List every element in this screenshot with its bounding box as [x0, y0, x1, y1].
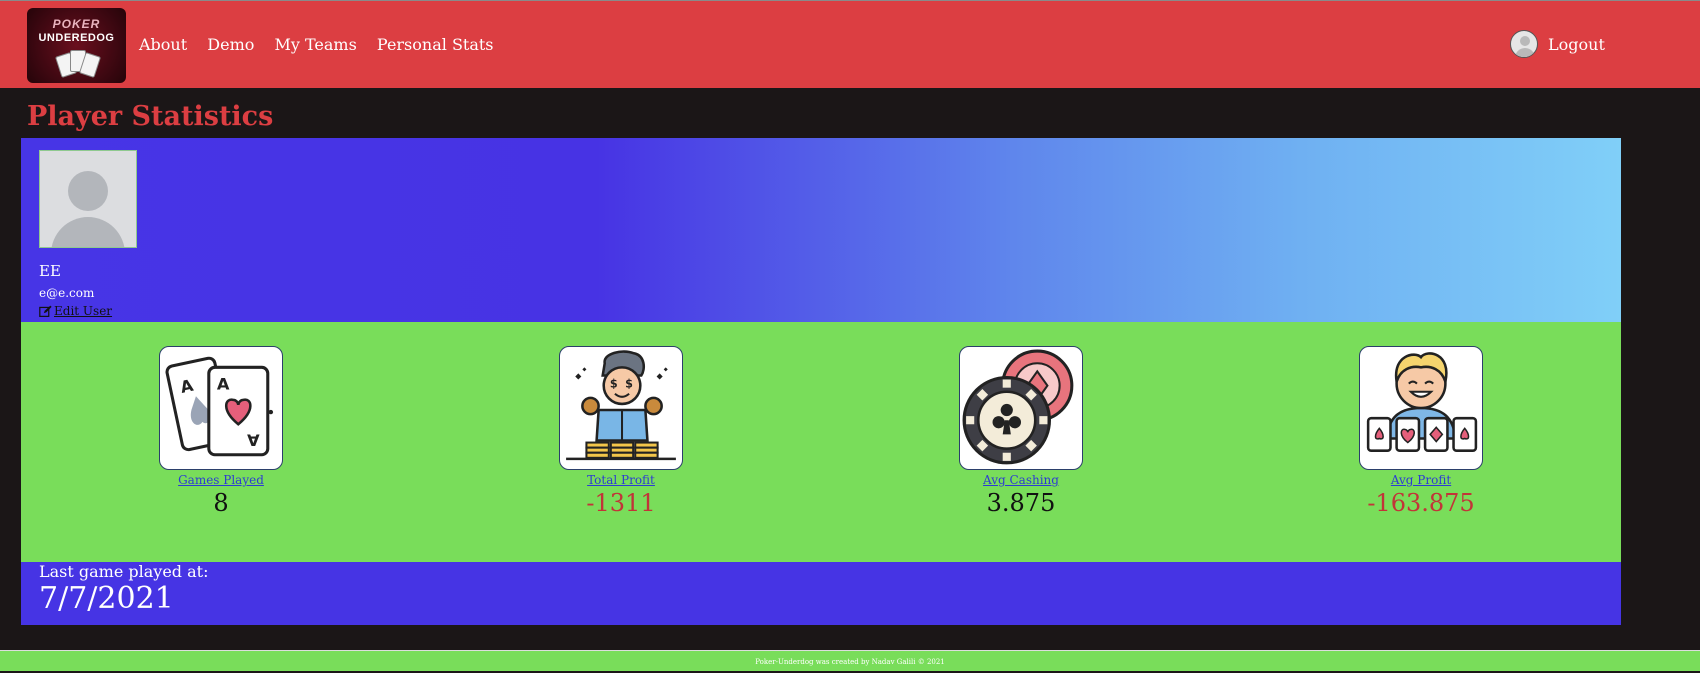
nav-links: About Demo My Teams Personal Stats: [139, 35, 509, 54]
rich-man-coins-icon: $ $: [559, 346, 683, 470]
games-played-value: 8: [213, 489, 229, 517]
avg-cashing-label[interactable]: Avg Cashing: [921, 473, 1121, 487]
avg-profit-value: -163.875: [1367, 489, 1475, 517]
nav-demo-link[interactable]: Demo: [207, 35, 254, 54]
stats-section: A A A Games Played 8 $ $ Total Profit -1…: [21, 322, 1621, 562]
logo-line-2: UNDEREDOG: [38, 32, 115, 44]
logo-cards-icon: [52, 48, 102, 78]
stat-total-profit: $ $ Total Profit -1311: [521, 346, 721, 517]
games-played-label[interactable]: Games Played: [121, 473, 321, 487]
last-game-label: Last game played at:: [39, 562, 209, 581]
app-logo[interactable]: POKER UNDEREDOG: [27, 8, 126, 83]
stat-avg-cashing: Avg Cashing 3.875: [921, 346, 1121, 517]
logout-link[interactable]: Logout: [1548, 35, 1605, 54]
footer: Poker-Underdog was created by Nadav Gali…: [0, 650, 1700, 671]
total-profit-label[interactable]: Total Profit: [521, 473, 721, 487]
nav-about-link[interactable]: About: [139, 35, 187, 54]
user-menu: Logout: [1510, 29, 1605, 59]
svg-text:$: $: [625, 378, 633, 391]
footer-text: Poker-Underdog was created by Nadav Gali…: [755, 658, 945, 666]
edit-icon: [39, 305, 52, 317]
playing-cards-icon: A A A: [159, 346, 283, 470]
logo-line-1: POKER: [52, 17, 101, 31]
user-avatar-icon[interactable]: [1510, 30, 1538, 58]
avg-profit-label[interactable]: Avg Profit: [1321, 473, 1521, 487]
player-with-cards-icon: [1359, 346, 1483, 470]
svg-text:A: A: [247, 430, 260, 449]
edit-user-label: Edit User: [54, 304, 113, 318]
last-game-section: Last game played at: 7/7/2021: [21, 562, 1621, 625]
poker-chips-icon: [959, 346, 1083, 470]
page-title: Player Statistics: [27, 101, 274, 132]
edit-user-link[interactable]: Edit User: [39, 304, 112, 318]
profile-section: EE e@e.com Edit User: [21, 138, 1621, 322]
avg-cashing-value: 3.875: [986, 489, 1056, 517]
stat-games-played: A A A Games Played 8: [121, 346, 321, 517]
total-profit-value: -1311: [586, 489, 656, 517]
svg-text:A: A: [217, 375, 230, 394]
user-email: e@e.com: [39, 286, 95, 300]
profile-picture: [39, 150, 137, 248]
nav-personal-stats-link[interactable]: Personal Stats: [377, 35, 494, 54]
stat-avg-profit: Avg Profit -163.875: [1321, 346, 1521, 517]
user-name: EE: [39, 262, 61, 280]
nav-my-teams-link[interactable]: My Teams: [274, 35, 356, 54]
top-navbar: POKER UNDEREDOG About Demo My Teams Pers…: [0, 0, 1700, 88]
svg-text:$: $: [610, 378, 618, 391]
last-game-date: 7/7/2021: [39, 581, 174, 616]
